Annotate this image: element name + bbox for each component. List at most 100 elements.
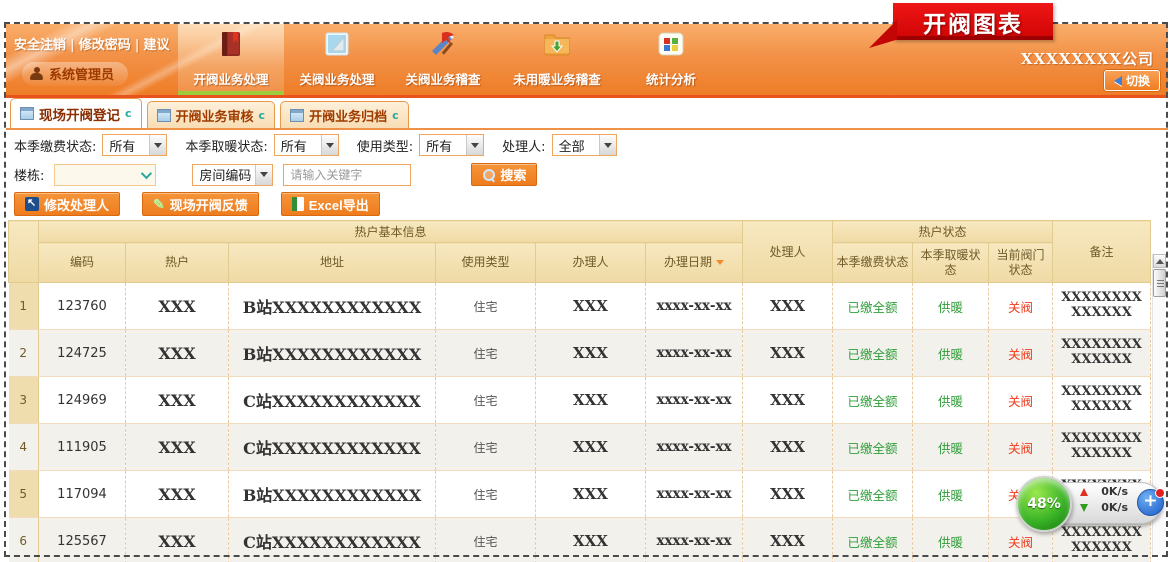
tab-refresh-icon[interactable]: c <box>125 107 132 120</box>
date-cell: xxxx-xx-xx <box>646 377 743 424</box>
row-number-cell: 4 <box>9 424 39 471</box>
processor-cell: XXX <box>743 471 833 518</box>
date-cell: xxxx-xx-xx <box>646 424 743 471</box>
heat-user-cell: XXX <box>126 424 229 471</box>
keyword-input[interactable] <box>283 164 411 186</box>
tab-label: 开阀业务归档 <box>309 106 387 125</box>
dropdown-arrow-button[interactable] <box>599 135 616 155</box>
nav-open-valve-processing[interactable]: 开阀业务处理 <box>178 24 284 95</box>
processor-filter-label: 处理人: <box>502 136 545 155</box>
heat-user-cell: XXX <box>126 283 229 330</box>
dropdown-arrow-button[interactable] <box>321 135 338 155</box>
excel-icon <box>292 197 304 211</box>
processor-select[interactable]: 全部 <box>552 134 617 156</box>
table-row[interactable]: 2 124725 XXX B站XXXXXXXXXXXX 住宅 XXX xxxx-… <box>9 330 1151 377</box>
nav-no-heat-audit[interactable]: 未用暖业务稽查 <box>496 24 618 95</box>
use-type-cell: 住宅 <box>436 518 536 562</box>
heat-user-cell: XXX <box>126 330 229 377</box>
link-separator: | <box>135 38 140 53</box>
search-button-label: 搜索 <box>500 165 526 184</box>
search-icon <box>482 168 495 181</box>
row-number-cell: 5 <box>9 471 39 518</box>
row-number-cell: 2 <box>9 330 39 377</box>
speed-monitor-widget[interactable]: 48% 0K/s 0K/s + <box>1016 476 1168 534</box>
search-button[interactable]: 搜索 <box>471 163 537 186</box>
memory-usage-ball[interactable]: 48% <box>1016 476 1072 532</box>
building-select[interactable] <box>54 164 156 186</box>
col-header-code: 编码 <box>39 243 126 283</box>
heat-status-select[interactable]: 所有 <box>274 134 339 156</box>
suggestion-link[interactable]: 建议 <box>144 38 170 53</box>
excel-export-button[interactable]: Excel导出 <box>281 192 380 216</box>
nav-statistics[interactable]: 统计分析 <box>618 24 724 95</box>
memory-percent-label: 48% <box>1027 496 1061 512</box>
link-separator: | <box>70 38 75 53</box>
feedback-pencil-icon: ✎ <box>153 197 165 211</box>
table-header: 热户基本信息 处理人 热户状态 备注 编码 热户 地址 使用类型 办理人 办理日… <box>9 221 1151 283</box>
pay-status-select[interactable]: 所有 <box>102 134 167 156</box>
nav-close-valve-audit[interactable]: 关阀业务稽查 <box>390 24 496 95</box>
table-row[interactable]: 1 123760 XXX B站XXXXXXXXXXXX 住宅 XXX xxxx-… <box>9 283 1151 330</box>
handler-cell: XXX <box>536 471 646 518</box>
use-type-select[interactable]: 所有 <box>419 134 484 156</box>
sort-desc-icon[interactable] <box>716 260 724 265</box>
col-header-heat-status: 本季取暖状态 <box>913 243 989 283</box>
nav-close-valve-processing[interactable]: 关阀业务处理 <box>284 24 390 95</box>
chevron-down-icon <box>604 143 612 148</box>
dropdown-arrow-button[interactable] <box>149 135 166 155</box>
processor-cell: XXX <box>743 330 833 377</box>
accelerate-button[interactable]: + <box>1137 489 1164 516</box>
heat-status-cell: 供暖 <box>913 471 989 518</box>
heat-status-cell: 供暖 <box>913 518 989 562</box>
table-row[interactable]: 6 125567 XXX C站XXXXXXXXXXXX 住宅 XXX xxxx-… <box>9 518 1151 562</box>
change-processor-button[interactable]: 修改处理人 <box>14 192 120 216</box>
address-cell: B站XXXXXXXXXXXX <box>229 283 436 330</box>
code-cell: 124969 <box>39 377 126 424</box>
table-row[interactable]: 4 111905 XXX C站XXXXXXXXXXXX 住宅 XXX xxxx-… <box>9 424 1151 471</box>
address-cell: C站XXXXXXXXXXXX <box>229 518 436 562</box>
banner-label: 开阀图表 <box>923 5 1023 39</box>
table-row[interactable]: 5 117094 XXX B站XXXXXXXXXXXX 住宅 XXX xxxx-… <box>9 471 1151 518</box>
nav-item-label: 关阀业务稽查 <box>405 69 480 88</box>
tab-open-valve-review[interactable]: 开阀业务审核 c <box>147 101 276 128</box>
note-cell: XXXXXXXX XXXXXX <box>1053 377 1151 424</box>
group-header-status: 热户状态 <box>833 221 1053 243</box>
pay-status-cell: 已缴全额 <box>833 424 913 471</box>
upload-speed-value: 0K/s <box>1094 485 1128 498</box>
nav-item-label: 未用暖业务稽查 <box>513 69 601 88</box>
change-processor-label: 修改处理人 <box>44 195 109 214</box>
col-header-date[interactable]: 办理日期 <box>646 243 743 283</box>
action-button-row: 修改处理人 ✎ 现场开阀反馈 Excel导出 <box>14 192 380 216</box>
dropdown-arrow-button[interactable] <box>466 135 483 155</box>
scrollbar-up-button[interactable] <box>1153 254 1166 268</box>
valve-status-cell: 关阀 <box>989 424 1053 471</box>
search-field-select[interactable]: 房间编码 <box>192 164 273 186</box>
tab-refresh-icon[interactable]: c <box>392 109 399 122</box>
pay-status-cell: 已缴全额 <box>833 518 913 562</box>
date-cell: xxxx-xx-xx <box>646 283 743 330</box>
logout-link[interactable]: 安全注销 <box>14 38 66 53</box>
col-header-valve-status: 当前阀门状态 <box>989 243 1053 283</box>
heat-status-filter-label: 本季取暖状态: <box>185 136 267 155</box>
chevron-down-icon <box>260 172 268 177</box>
dropdown-arrow-button[interactable] <box>255 165 272 185</box>
open-valve-chart-banner: 开阀图表 <box>893 3 1053 40</box>
use-type-cell: 住宅 <box>436 283 536 330</box>
change-password-link[interactable]: 修改密码 <box>79 38 131 53</box>
tab-open-valve-archive[interactable]: 开阀业务归档 c <box>280 101 409 128</box>
row-number-cell: 3 <box>9 377 39 424</box>
tab-window-icon <box>157 109 171 122</box>
statistics-icon <box>656 29 686 63</box>
scrollbar-thumb[interactable] <box>1153 269 1166 297</box>
download-arrow-icon <box>1080 504 1088 512</box>
table-row[interactable]: 3 124969 XXX C站XXXXXXXXXXXX 住宅 XXX xxxx-… <box>9 377 1151 424</box>
tab-onsite-open-valve-register[interactable]: 现场开阀登记 c <box>10 98 142 128</box>
processor-cell: XXX <box>743 424 833 471</box>
row-number-header <box>9 221 39 283</box>
onsite-feedback-button[interactable]: ✎ 现场开阀反馈 <box>142 192 259 216</box>
heat-user-cell: XXX <box>126 471 229 518</box>
tab-refresh-icon[interactable]: c <box>259 109 266 122</box>
download-speed-value: 0K/s <box>1094 501 1128 514</box>
company-name: XXXXXXXX公司 <box>1021 48 1154 69</box>
switch-button[interactable]: 切换 <box>1104 70 1160 91</box>
